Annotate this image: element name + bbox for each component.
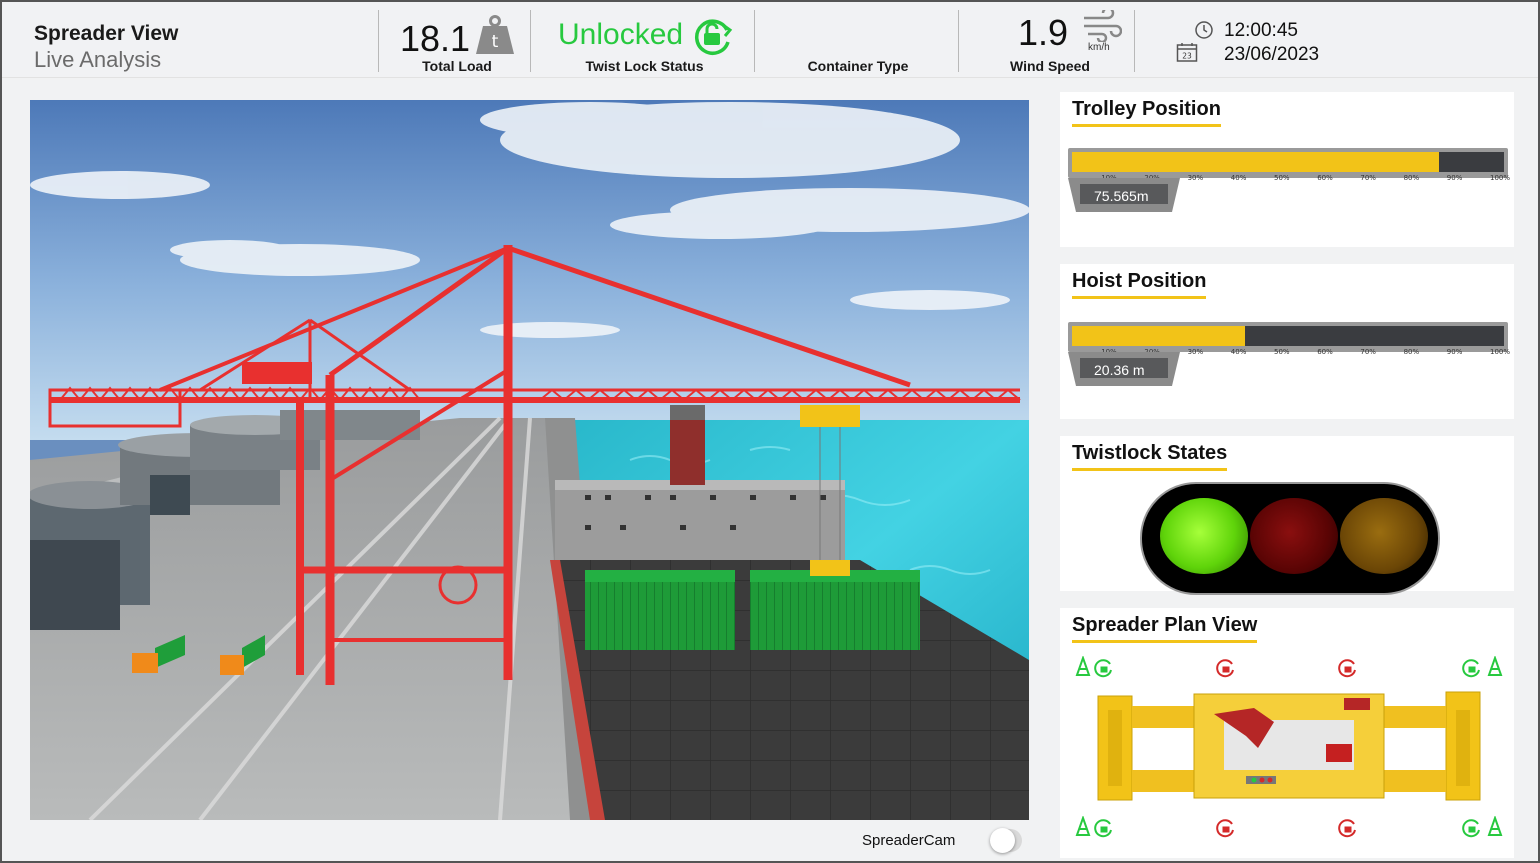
hoist-position-value: 20.36 m: [1094, 362, 1145, 378]
twist-lock-status-label: Twist Lock Status: [585, 58, 704, 74]
lock-icon: [1338, 819, 1356, 838]
scale-tick-label: 60%: [1317, 174, 1333, 182]
scale-tick-label: 100%: [1490, 174, 1511, 182]
scale-tick-label: 50%: [1274, 174, 1290, 182]
hoist-position-title: Hoist Position: [1072, 270, 1207, 299]
red-light: [1250, 498, 1338, 574]
scale-tick-label: 50%: [1274, 348, 1290, 356]
wind-speed-label: Wind Speed: [1010, 58, 1090, 74]
page-subtitle: Live Analysis: [34, 47, 162, 72]
trolley-position-value: 75.565m: [1094, 188, 1149, 204]
trolley-position-panel: Trolley Position 10%20%30%40%50%60%70%80…: [1060, 92, 1514, 247]
page-title: Spreader View: [34, 22, 179, 45]
container-type-label: Container Type: [807, 58, 909, 74]
green-light: [1160, 498, 1248, 574]
spreadercam-label: SpreaderCam: [862, 832, 956, 849]
scale-tick-label: 40%: [1230, 174, 1247, 182]
scale-tick-label: 80%: [1403, 348, 1420, 356]
scale-tick-label: 30%: [1187, 348, 1204, 356]
scale-tick-label: 90%: [1446, 174, 1463, 182]
ship-superstructure: [555, 480, 845, 560]
spreadercam-toggle[interactable]: [990, 828, 1022, 853]
traffic-light: [1140, 482, 1440, 595]
scale-tick-label: 70%: [1360, 174, 1376, 182]
calendar-icon: 23: [1176, 43, 1198, 62]
wind-icon: [1084, 10, 1122, 42]
scale-tick-label: 30%: [1187, 174, 1204, 182]
header-divider: [754, 10, 755, 72]
scale-tick-label: 80%: [1403, 174, 1420, 182]
header-divider: [378, 10, 379, 72]
header-bar: Spreader View Live Analysis 18.1 t Total…: [2, 2, 1538, 78]
header-divider: [958, 10, 959, 72]
calendar-day: 23: [1182, 52, 1192, 61]
lock-icon: [1216, 819, 1234, 838]
lock-icon: [1462, 819, 1480, 838]
crane-3d-viewport[interactable]: [30, 100, 1029, 820]
spreader-plan-view-panel: Spreader Plan View: [1060, 608, 1514, 858]
toggle-knob[interactable]: [990, 828, 1015, 853]
time-display: 12:00:45: [1224, 20, 1298, 41]
twist-lock-status-value: Unlocked: [558, 18, 684, 51]
total-load-value: 18.1: [400, 18, 471, 59]
trolley-bar-fill: [1072, 152, 1440, 172]
twistlock-states-title: Twistlock States: [1072, 442, 1228, 471]
header-divider: [1134, 10, 1135, 72]
twistlock-states-panel: Twistlock States: [1060, 436, 1514, 595]
wind-speed-unit: km/h: [1088, 42, 1110, 53]
weight-unit: t: [492, 32, 499, 52]
lock-icon: [1216, 659, 1234, 678]
scale-tick-label: 70%: [1360, 348, 1376, 356]
total-load-label: Total Load: [422, 58, 492, 74]
spreader-plan-view-title: Spreader Plan View: [1072, 614, 1258, 643]
spreader-plan-image: [1097, 691, 1481, 801]
hoist-bar-fill: [1072, 326, 1245, 346]
weight-icon: t: [476, 15, 514, 54]
cone-icon: [1075, 816, 1091, 836]
hoist-position-panel: Hoist Position 10%20%30%40%50%60%70%80%9…: [1060, 264, 1514, 419]
unlock-icon: [694, 19, 733, 55]
lock-icon: [1338, 659, 1356, 678]
cone-icon: [1487, 656, 1503, 676]
clock-icon: [1195, 21, 1213, 39]
scale-tick-label: 90%: [1446, 348, 1463, 356]
lock-icon: [1094, 819, 1112, 838]
wind-speed-value: 1.9: [1018, 12, 1069, 53]
scale-tick-label: 60%: [1317, 348, 1333, 356]
amber-light: [1340, 498, 1428, 574]
scale-tick-label: 40%: [1230, 348, 1247, 356]
lock-icon: [1462, 659, 1480, 678]
cone-icon: [1075, 656, 1091, 676]
date-display: 23/06/2023: [1224, 44, 1320, 65]
lock-icon: [1094, 659, 1112, 678]
header-divider: [530, 10, 531, 72]
trolley-position-title: Trolley Position: [1072, 98, 1221, 127]
cone-icon: [1487, 816, 1503, 836]
scale-tick-label: 100%: [1490, 348, 1511, 356]
